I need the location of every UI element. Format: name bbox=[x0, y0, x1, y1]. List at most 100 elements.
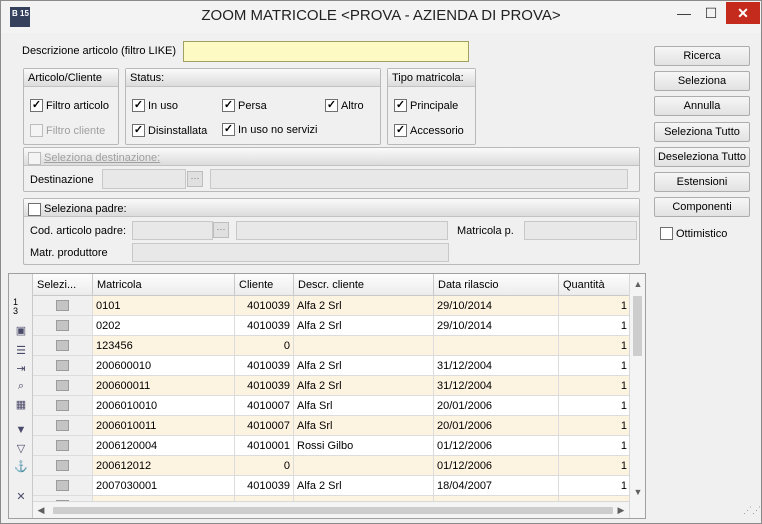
matricole-grid: 1 3 ▣ ☰ ⇥ ⌕ ▦ ▼ ▽ ⚓ ✕ Selezi... Matricol… bbox=[8, 273, 646, 519]
destinazione-code-input[interactable] bbox=[102, 169, 186, 189]
descr-cliente-cell bbox=[294, 456, 434, 476]
matricola-cell: 200600010 bbox=[93, 356, 235, 376]
in-uso-checkbox[interactable]: ✓ In uso bbox=[132, 99, 178, 112]
deseleziona-tutto-button[interactable]: Deseleziona Tutto bbox=[654, 147, 750, 167]
list-icon[interactable]: ☰ bbox=[14, 344, 28, 357]
check-icon: ✓ bbox=[325, 99, 338, 112]
row-select-cell[interactable] bbox=[33, 416, 93, 436]
row-select-cell[interactable] bbox=[33, 436, 93, 456]
data-rilascio-cell bbox=[434, 336, 559, 356]
quantita-cell: 1 bbox=[559, 356, 631, 376]
altro-checkbox[interactable]: ✓ Altro bbox=[325, 99, 364, 112]
cod-articolo-lookup-button[interactable]: ··· bbox=[213, 222, 229, 238]
cod-articolo-padre-label: Cod. articolo padre: bbox=[30, 225, 126, 237]
ricerca-button[interactable]: Ricerca bbox=[654, 46, 750, 66]
data-rilascio-cell: 31/12/2004 bbox=[434, 356, 559, 376]
annulla-button[interactable]: Annulla bbox=[654, 96, 750, 116]
row-select-cell[interactable] bbox=[33, 336, 93, 356]
column-header-cliente[interactable]: Cliente bbox=[235, 274, 294, 296]
grid-toolbar-gutter: 1 3 ▣ ☰ ⇥ ⌕ ▦ ▼ ▽ ⚓ ✕ bbox=[9, 274, 33, 518]
close-icon[interactable]: ✕ bbox=[726, 2, 760, 24]
componenti-button[interactable]: Componenti bbox=[654, 197, 750, 217]
maximize-icon[interactable]: ☐ bbox=[698, 2, 724, 24]
horizontal-scroll-thumb[interactable] bbox=[53, 507, 613, 514]
row-select-cell[interactable] bbox=[33, 316, 93, 336]
scroll-up-icon[interactable]: ▲ bbox=[630, 276, 645, 292]
matr-produttore-input[interactable] bbox=[132, 243, 449, 262]
import-icon[interactable]: ⇥ bbox=[14, 362, 28, 375]
seleziona-destinazione-checkbox[interactable]: Seleziona destinazione: bbox=[24, 148, 639, 166]
cliente-cell: 4010007 bbox=[235, 396, 294, 416]
row-select-cell[interactable] bbox=[33, 376, 93, 396]
seleziona-tutto-button[interactable]: Seleziona Tutto bbox=[654, 122, 750, 142]
close-x-icon[interactable]: ✕ bbox=[14, 490, 28, 503]
column-header-quantita[interactable]: Quantità bbox=[559, 274, 631, 296]
altro-label: Altro bbox=[341, 99, 364, 112]
table-row[interactable]: 0101 4010039 Alfa 2 Srl 29/10/2014 1 bbox=[33, 296, 631, 316]
table-row[interactable]: 200600011 4010039 Alfa 2 Srl 31/12/2004 … bbox=[33, 376, 631, 396]
filter-clear-icon[interactable]: ▽ bbox=[14, 442, 28, 455]
table-row[interactable]: 2007030001 4010039 Alfa 2 Srl 18/04/2007… bbox=[33, 476, 631, 496]
table-row[interactable]: 200612012 0 01/12/2006 1 bbox=[33, 456, 631, 476]
cliente-cell: 4010039 bbox=[235, 376, 294, 396]
title-bar: B 15 ZOOM MATRICOLE <PROVA - AZIENDA DI … bbox=[1, 1, 761, 33]
table-row[interactable]: 2006010011 4010007 Alfa Srl 20/01/2006 1 bbox=[33, 416, 631, 436]
matricola-cell: 0101 bbox=[93, 296, 235, 316]
row-select-cell[interactable] bbox=[33, 356, 93, 376]
anchor-icon[interactable]: ⚓ bbox=[14, 460, 28, 473]
row-select-cell[interactable] bbox=[33, 476, 93, 496]
articolo-cliente-group: Articolo/Cliente ✓ Filtro articolo Filtr… bbox=[23, 68, 119, 145]
column-header-descr-cliente[interactable]: Descr. cliente bbox=[294, 274, 434, 296]
table-row[interactable]: 123456 0 1 bbox=[33, 336, 631, 356]
matricola-cell: 123456 bbox=[93, 336, 235, 356]
select-box-icon bbox=[56, 420, 69, 431]
unchecked-box-icon bbox=[660, 227, 673, 240]
row-select-cell[interactable] bbox=[33, 456, 93, 476]
in-uso-no-servizi-checkbox[interactable]: ✓ In uso no servizi bbox=[222, 123, 317, 136]
resize-grip-icon[interactable]: ⋰⋰ bbox=[743, 506, 761, 521]
zoom-icon[interactable]: ⌕ bbox=[14, 380, 28, 393]
table-icon[interactable]: ▦ bbox=[14, 398, 28, 411]
matricola-p-input[interactable] bbox=[524, 221, 637, 240]
cliente-cell: 4010007 bbox=[235, 416, 294, 436]
cod-articolo-padre-input[interactable] bbox=[132, 221, 213, 240]
select-box-icon bbox=[56, 440, 69, 451]
row-select-cell[interactable] bbox=[33, 296, 93, 316]
seleziona-padre-checkbox[interactable]: Seleziona padre: bbox=[24, 199, 639, 217]
destinazione-lookup-button[interactable]: ··· bbox=[187, 171, 203, 187]
seleziona-button[interactable]: Seleziona bbox=[654, 71, 750, 91]
row-select-cell[interactable] bbox=[33, 396, 93, 416]
column-header-seleziona[interactable]: Selezi... bbox=[33, 274, 93, 296]
filtro-articolo-checkbox[interactable]: ✓ Filtro articolo bbox=[30, 99, 109, 112]
scroll-down-icon[interactable]: ▼ bbox=[630, 484, 645, 500]
cliente-cell: 4010039 bbox=[235, 476, 294, 496]
data-rilascio-cell: 31/12/2004 bbox=[434, 376, 559, 396]
vertical-scrollbar[interactable]: ▲ ▼ bbox=[629, 274, 645, 518]
table-row[interactable]: 200600010 4010039 Alfa 2 Srl 31/12/2004 … bbox=[33, 356, 631, 376]
select-box-icon bbox=[56, 400, 69, 411]
minimize-icon[interactable]: — bbox=[671, 2, 697, 24]
vertical-scroll-thumb[interactable] bbox=[633, 296, 642, 356]
padre-group: Seleziona padre: Cod. articolo padre: ··… bbox=[23, 198, 640, 265]
table-row[interactable]: 2006120004 4010001 Rossi Gilbo 01/12/200… bbox=[33, 436, 631, 456]
principale-checkbox[interactable]: ✓ Principale bbox=[394, 99, 458, 112]
row-counter: 1 3 bbox=[13, 297, 19, 316]
window-icon[interactable]: ▣ bbox=[14, 324, 28, 337]
accessorio-checkbox[interactable]: ✓ Accessorio bbox=[394, 124, 464, 137]
column-header-data-rilascio[interactable]: Data rilascio bbox=[434, 274, 559, 296]
persa-checkbox[interactable]: ✓ Persa bbox=[222, 99, 267, 112]
column-header-matricola[interactable]: Matricola bbox=[93, 274, 235, 296]
ottimistico-label: Ottimistico bbox=[676, 227, 728, 240]
estensioni-button[interactable]: Estensioni bbox=[654, 172, 750, 192]
filtro-cliente-checkbox[interactable]: Filtro cliente bbox=[30, 124, 105, 137]
data-rilascio-cell: 01/12/2006 bbox=[434, 456, 559, 476]
ottimistico-checkbox[interactable]: Ottimistico bbox=[660, 227, 727, 240]
disinstallata-checkbox[interactable]: ✓ Disinstallata bbox=[132, 124, 207, 137]
table-row[interactable]: 0202 4010039 Alfa 2 Srl 29/10/2014 1 bbox=[33, 316, 631, 336]
filter-icon[interactable]: ▼ bbox=[14, 424, 28, 436]
horizontal-scrollbar[interactable]: ◀ ▶ bbox=[33, 501, 629, 518]
scroll-left-icon[interactable]: ◀ bbox=[33, 502, 49, 518]
scroll-right-icon[interactable]: ▶ bbox=[613, 502, 629, 518]
table-row[interactable]: 2006010010 4010007 Alfa Srl 20/01/2006 1 bbox=[33, 396, 631, 416]
descrizione-input[interactable] bbox=[183, 41, 469, 62]
